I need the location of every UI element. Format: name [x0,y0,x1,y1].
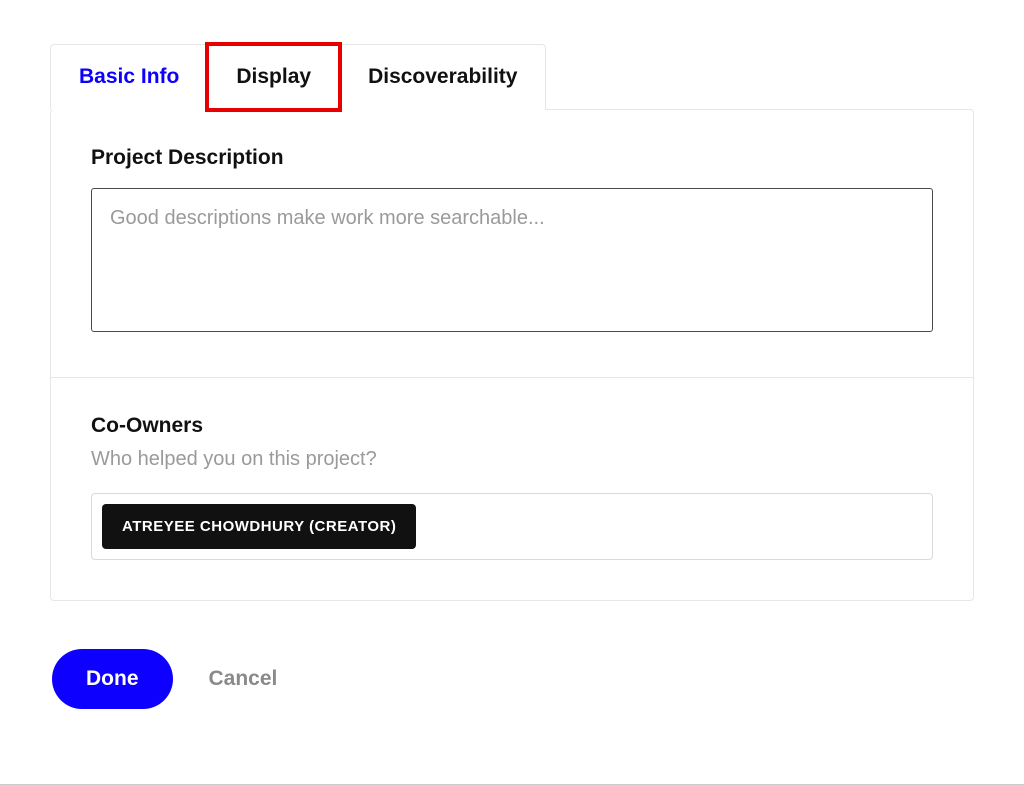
panel-content: Project Description Co-Owners Who helped… [50,109,974,601]
section-co-owners: Co-Owners Who helped you on this project… [51,377,973,600]
tabs: Basic Info Display Discoverability [50,44,974,110]
project-description-input[interactable] [91,188,933,332]
action-buttons: Done Cancel [50,649,974,709]
settings-panel: Basic Info Display Discoverability Proje… [0,0,1024,739]
tab-basic-info[interactable]: Basic Info [50,44,208,110]
co-owners-input[interactable]: ATREYEE CHOWDHURY (CREATOR) [91,493,933,560]
co-owner-chip[interactable]: ATREYEE CHOWDHURY (CREATOR) [102,504,416,549]
cancel-button[interactable]: Cancel [209,667,278,691]
tab-discoverability[interactable]: Discoverability [339,44,546,110]
co-owners-title: Co-Owners [91,414,933,438]
co-owners-subtitle: Who helped you on this project? [91,448,933,471]
tab-display[interactable]: Display [207,44,340,110]
project-description-title: Project Description [91,146,933,170]
done-button[interactable]: Done [52,649,173,709]
section-project-description: Project Description [51,110,973,377]
